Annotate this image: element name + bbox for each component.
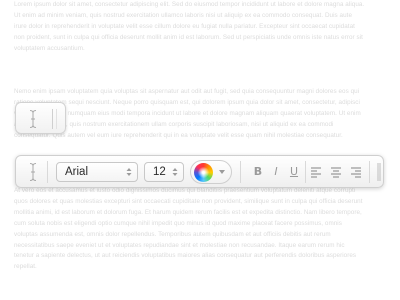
up-down-chevron-icon bbox=[172, 168, 178, 176]
italic-button[interactable]: I bbox=[268, 162, 284, 182]
align-center-icon[interactable] bbox=[330, 165, 342, 179]
chevron-down-icon bbox=[219, 170, 225, 174]
font-family-value: Arial bbox=[65, 166, 89, 178]
align-right-icon[interactable] bbox=[350, 165, 362, 179]
drag-handle[interactable] bbox=[376, 162, 382, 182]
document-paragraph: Lorem ipsum dolor sit amet, consectetur … bbox=[14, 1, 365, 52]
drag-handle-highlight bbox=[56, 109, 57, 129]
formatting-toolbar: Arial 12 B I U bbox=[15, 155, 384, 188]
collapsed-toolbar[interactable] bbox=[15, 102, 66, 134]
toolbar-divider bbox=[47, 161, 48, 183]
align-left-icon[interactable] bbox=[310, 165, 322, 179]
toolbar-divider bbox=[369, 161, 370, 183]
font-family-select[interactable]: Arial bbox=[56, 162, 138, 182]
drag-handle[interactable] bbox=[52, 109, 53, 129]
toolbar-divider bbox=[305, 161, 306, 183]
bold-button[interactable]: B bbox=[250, 162, 266, 182]
up-down-chevron-icon bbox=[126, 168, 132, 176]
text-color-picker[interactable] bbox=[190, 160, 232, 184]
document-paragraph: At vero eos et accusamus et iusto odio d… bbox=[14, 187, 363, 271]
font-size-value: 12 bbox=[153, 166, 166, 178]
text-cursor-icon[interactable] bbox=[28, 162, 38, 182]
color-wheel-icon bbox=[194, 163, 213, 182]
font-size-select[interactable]: 12 bbox=[144, 162, 184, 182]
document-body[interactable]: Lorem ipsum dolor sit amet, consectetur … bbox=[14, 0, 366, 300]
toolbar-divider bbox=[240, 161, 241, 183]
underline-button[interactable]: U bbox=[286, 162, 302, 182]
text-cursor-icon bbox=[29, 110, 37, 128]
document-paragraph: Nemo enim ipsam voluptatem quia voluptas… bbox=[14, 88, 361, 139]
